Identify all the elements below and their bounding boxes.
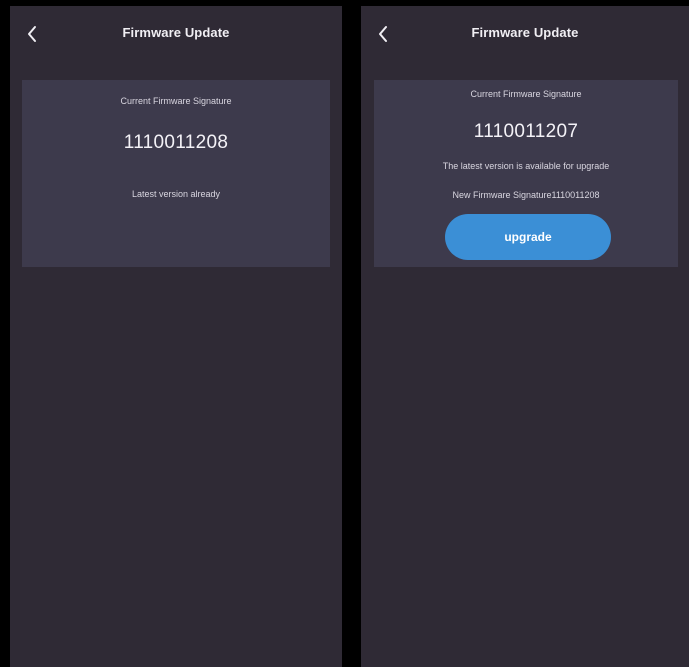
current-signature-label: Current Firmware Signature bbox=[120, 96, 232, 106]
current-signature-label: Current Firmware Signature bbox=[470, 89, 582, 99]
header: Firmware Update bbox=[10, 6, 342, 62]
canvas: Firmware Update Current Firmware Signatu… bbox=[0, 0, 689, 667]
status-text: Latest version already bbox=[131, 189, 221, 199]
firmware-card: Current Firmware Signature 1110011208 La… bbox=[22, 80, 330, 267]
page-title: Firmware Update bbox=[471, 25, 579, 40]
upgrade-button[interactable]: upgrade bbox=[445, 214, 611, 260]
current-signature-value: 1110011207 bbox=[473, 121, 579, 142]
header: Firmware Update bbox=[361, 6, 689, 62]
firmware-screen-upgrade: Firmware Update Current Firmware Signatu… bbox=[361, 6, 689, 667]
new-signature-text: New Firmware Signature1110011208 bbox=[452, 190, 600, 200]
firmware-screen-latest: Firmware Update Current Firmware Signatu… bbox=[10, 6, 342, 667]
upgrade-available-text: The latest version is available for upgr… bbox=[442, 161, 610, 171]
current-signature-value: 1110011208 bbox=[123, 132, 229, 153]
firmware-card: Current Firmware Signature 1110011207 Th… bbox=[374, 80, 678, 267]
page-title: Firmware Update bbox=[122, 25, 230, 40]
